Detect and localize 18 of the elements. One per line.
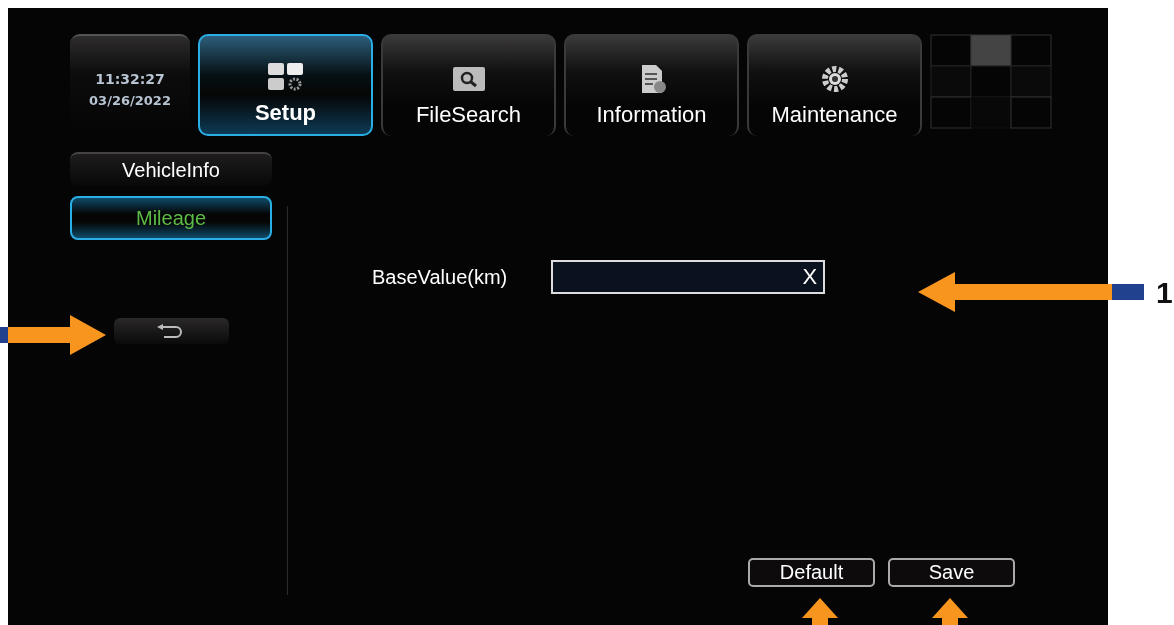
callout-arrow [932, 598, 968, 625]
menu-tab[interactable]: Setup [198, 34, 373, 136]
callout-arrow [802, 598, 838, 625]
menu-tab[interactable]: Maintenance [747, 34, 922, 136]
callout-number: 1 [1156, 276, 1173, 310]
menu-tab[interactable]: FileSearch [381, 34, 556, 136]
menu-tab[interactable]: Information [564, 34, 739, 136]
sidebar-item[interactable]: Mileage [70, 196, 272, 240]
action-button[interactable]: Save [888, 558, 1015, 587]
back-button[interactable] [113, 318, 229, 344]
field-label: BaseValue(km) [372, 265, 508, 289]
input-field[interactable]: X [551, 260, 826, 294]
tiles-gear-icon [265, 62, 306, 92]
clock-time: 11:32:27 [95, 70, 165, 87]
clock-date: 03/26/2022 [89, 92, 171, 108]
sidebar-item[interactable]: VehicleInfo [70, 152, 272, 186]
clear-button[interactable]: X [796, 264, 824, 290]
action-button[interactable]: Default [748, 558, 875, 587]
